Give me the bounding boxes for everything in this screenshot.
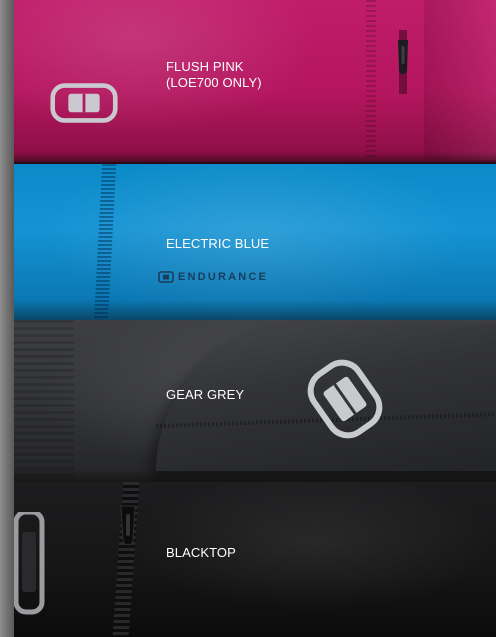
zipper-pull-icon — [120, 505, 136, 546]
swatch-label-grey: GEAR GREY — [166, 387, 245, 402]
swatch-label-blue: ELECTRIC BLUE — [166, 236, 270, 251]
zipper-pull-icon — [398, 30, 408, 94]
page-edge — [0, 0, 14, 637]
zipper-pull-icon — [14, 512, 45, 615]
seam — [366, 0, 376, 160]
ogio-logo-icon — [50, 83, 118, 123]
endurance-wordmark: ENDURANCE — [158, 271, 268, 283]
fabric-panel — [424, 0, 496, 160]
swatch-label-black: BLACKTOP — [166, 545, 236, 560]
colorway-page: FLUSH PINK (LOE700 ONLY) ELECTRIC BLUE E… — [0, 0, 496, 637]
swatch-flush-pink: FLUSH PINK (LOE700 ONLY) — [14, 0, 496, 165]
swatch-label-pink: FLUSH PINK (LOE700 ONLY) — [166, 59, 262, 91]
swatch-label-pink-line1: FLUSH PINK — [166, 59, 244, 74]
endurance-wordmark-text: ENDURANCE — [178, 271, 269, 283]
swatch-label-pink-line2: (LOE700 ONLY) — [166, 75, 262, 90]
seam — [93, 164, 117, 324]
fabric-texture — [14, 320, 74, 485]
swatch-gear-grey: GEAR GREY — [14, 320, 496, 485]
swatch-blacktop: BLACKTOP — [14, 482, 496, 637]
swatch-electric-blue: ELECTRIC BLUE ENDURANCE — [14, 162, 496, 324]
ogio-logo-icon — [158, 271, 174, 283]
